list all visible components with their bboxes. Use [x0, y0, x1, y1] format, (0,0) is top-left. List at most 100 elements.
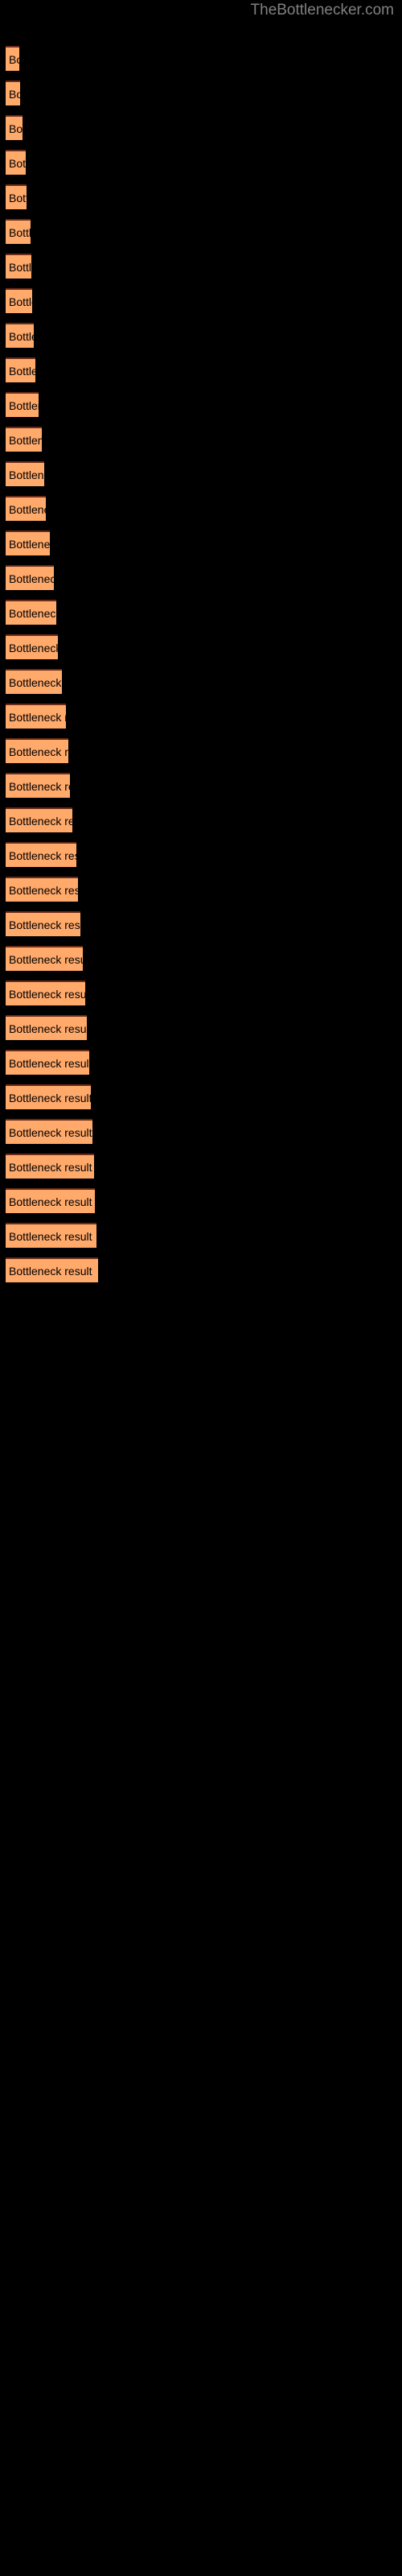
bar-label: Bottleneck result	[9, 953, 83, 966]
bar-row: Bottleneck result	[0, 1223, 402, 1248]
bar[interactable]: Bottleneck result	[6, 427, 42, 452]
bar[interactable]: Bottleneck result	[6, 634, 58, 659]
bar-label: Bottleneck result	[9, 1265, 92, 1278]
bar-label: Bottleneck result	[9, 88, 20, 101]
bar[interactable]: Bottleneck result	[6, 254, 31, 279]
bar-row: Bottleneck result	[0, 1050, 402, 1075]
bar[interactable]: Bottleneck result	[6, 1188, 95, 1213]
bar-label: Bottleneck result	[9, 538, 50, 551]
bar-label: Bottleneck result	[9, 815, 72, 828]
bar-label: Bottleneck result	[9, 226, 31, 239]
bar-label: Bottleneck result	[9, 988, 85, 1001]
bar[interactable]: Bottleneck result	[6, 669, 62, 694]
bar[interactable]: Bottleneck result	[6, 392, 39, 417]
bar[interactable]: Bottleneck result	[6, 1257, 98, 1282]
bar-label: Bottleneck result	[9, 53, 19, 66]
bar[interactable]: Bottleneck result	[6, 150, 26, 175]
bar-label: Bottleneck result	[9, 1126, 92, 1139]
bar[interactable]: Bottleneck result	[6, 1050, 89, 1075]
bar-row: Bottleneck result	[0, 1257, 402, 1282]
bar-row: Bottleneck result	[0, 254, 402, 279]
bar[interactable]: Bottleneck result	[6, 1154, 94, 1179]
bar[interactable]: Bottleneck result	[6, 219, 31, 244]
bar-row: Bottleneck result	[0, 427, 402, 452]
bar-row: Bottleneck result	[0, 738, 402, 763]
bar[interactable]: Bottleneck result	[6, 1223, 96, 1248]
bar[interactable]: Bottleneck result	[6, 980, 85, 1005]
bar-row: Bottleneck result	[0, 357, 402, 382]
bar-label: Bottleneck result	[9, 711, 66, 724]
bar-label: Bottleneck result	[9, 1230, 92, 1243]
bar-label: Bottleneck result	[9, 676, 62, 689]
bar-row: Bottleneck result	[0, 46, 402, 71]
bar-label: Bottleneck result	[9, 122, 23, 135]
bar-row: Bottleneck result	[0, 1015, 402, 1040]
bar-label: Bottleneck result	[9, 919, 80, 931]
bar[interactable]: Bottleneck result	[6, 565, 54, 590]
bar-label: Bottleneck result	[9, 503, 46, 516]
bar[interactable]: Bottleneck result	[6, 496, 46, 521]
bar-row: Bottleneck result	[0, 496, 402, 521]
bar-row: Bottleneck result	[0, 773, 402, 798]
bar[interactable]: Bottleneck result	[6, 773, 70, 798]
bar-row: Bottleneck result	[0, 288, 402, 313]
bar[interactable]: Bottleneck result	[6, 911, 80, 936]
bar-row: Bottleneck result	[0, 980, 402, 1005]
bar[interactable]: Bottleneck result	[6, 530, 50, 555]
bar[interactable]: Bottleneck result	[6, 1119, 92, 1144]
bar-label: Bottleneck result	[9, 365, 35, 378]
bar[interactable]: Bottleneck result	[6, 1015, 87, 1040]
bar-row: Bottleneck result	[0, 1084, 402, 1109]
bar-label: Bottleneck result	[9, 572, 54, 585]
bar[interactable]: Bottleneck result	[6, 46, 19, 71]
bar-row: Bottleneck result	[0, 807, 402, 832]
bar-label: Bottleneck result	[9, 849, 76, 862]
bar-row: Bottleneck result	[0, 150, 402, 175]
bar-label: Bottleneck result	[9, 295, 32, 308]
bottleneck-bar-chart: Bottleneck result Bottleneck result Bottle…	[0, 0, 402, 2576]
bar[interactable]: Bottleneck result	[6, 288, 32, 313]
bar-label: Bottleneck result	[9, 884, 78, 897]
bar[interactable]: Bottleneck result	[6, 357, 35, 382]
bar-row: Bottleneck result	[0, 704, 402, 729]
bar-row: Bottleneck result	[0, 1119, 402, 1144]
bar[interactable]: Bottleneck result	[6, 842, 76, 867]
bar-row: Bottleneck result	[0, 80, 402, 105]
bar[interactable]: Bottleneck result	[6, 807, 72, 832]
bar-row: Bottleneck result	[0, 565, 402, 590]
bar-label: Bottleneck result	[9, 157, 26, 170]
bar-label: Bottleneck result	[9, 434, 42, 447]
bar[interactable]: Bottleneck result	[6, 877, 78, 902]
bar-row: Bottleneck result	[0, 1154, 402, 1179]
bar-label: Bottleneck result	[9, 1022, 87, 1035]
bar-label: Bottleneck result	[9, 1195, 92, 1208]
bar-label: Bottleneck result	[9, 642, 58, 654]
bar-label: Bottleneck result	[9, 745, 68, 758]
bar[interactable]: Bottleneck result	[6, 946, 83, 971]
bar-row: Bottleneck result	[0, 946, 402, 971]
bar-row: Bottleneck result	[0, 634, 402, 659]
bar-label: Bottleneck result	[9, 399, 39, 412]
bar-label: Bottleneck result	[9, 192, 27, 204]
bar-row: Bottleneck result	[0, 392, 402, 417]
bar-row: Bottleneck result	[0, 219, 402, 244]
bar-row: Bottleneck result	[0, 184, 402, 209]
bar-label: Bottleneck result	[9, 1161, 92, 1174]
bar[interactable]: Bottleneck result	[6, 461, 44, 486]
bar[interactable]: Bottleneck result	[6, 1084, 91, 1109]
bar[interactable]: Bottleneck result	[6, 184, 27, 209]
bar-row: Bottleneck result	[0, 323, 402, 348]
bar[interactable]: Bottleneck result	[6, 323, 34, 348]
bar[interactable]: Bottleneck result	[6, 704, 66, 729]
bar[interactable]: Bottleneck result	[6, 600, 56, 625]
bar-row: Bottleneck result	[0, 911, 402, 936]
bar[interactable]: Bottleneck result	[6, 115, 23, 140]
bar-row: Bottleneck result	[0, 461, 402, 486]
bar[interactable]: Bottleneck result	[6, 738, 68, 763]
bar-label: Bottleneck result	[9, 469, 44, 481]
bar-label: Bottleneck result	[9, 261, 31, 274]
bar-label: Bottleneck result	[9, 1092, 91, 1104]
bar[interactable]: Bottleneck result	[6, 80, 20, 105]
bar-label: Bottleneck result	[9, 1057, 89, 1070]
bar-label: Bottleneck result	[9, 780, 70, 793]
